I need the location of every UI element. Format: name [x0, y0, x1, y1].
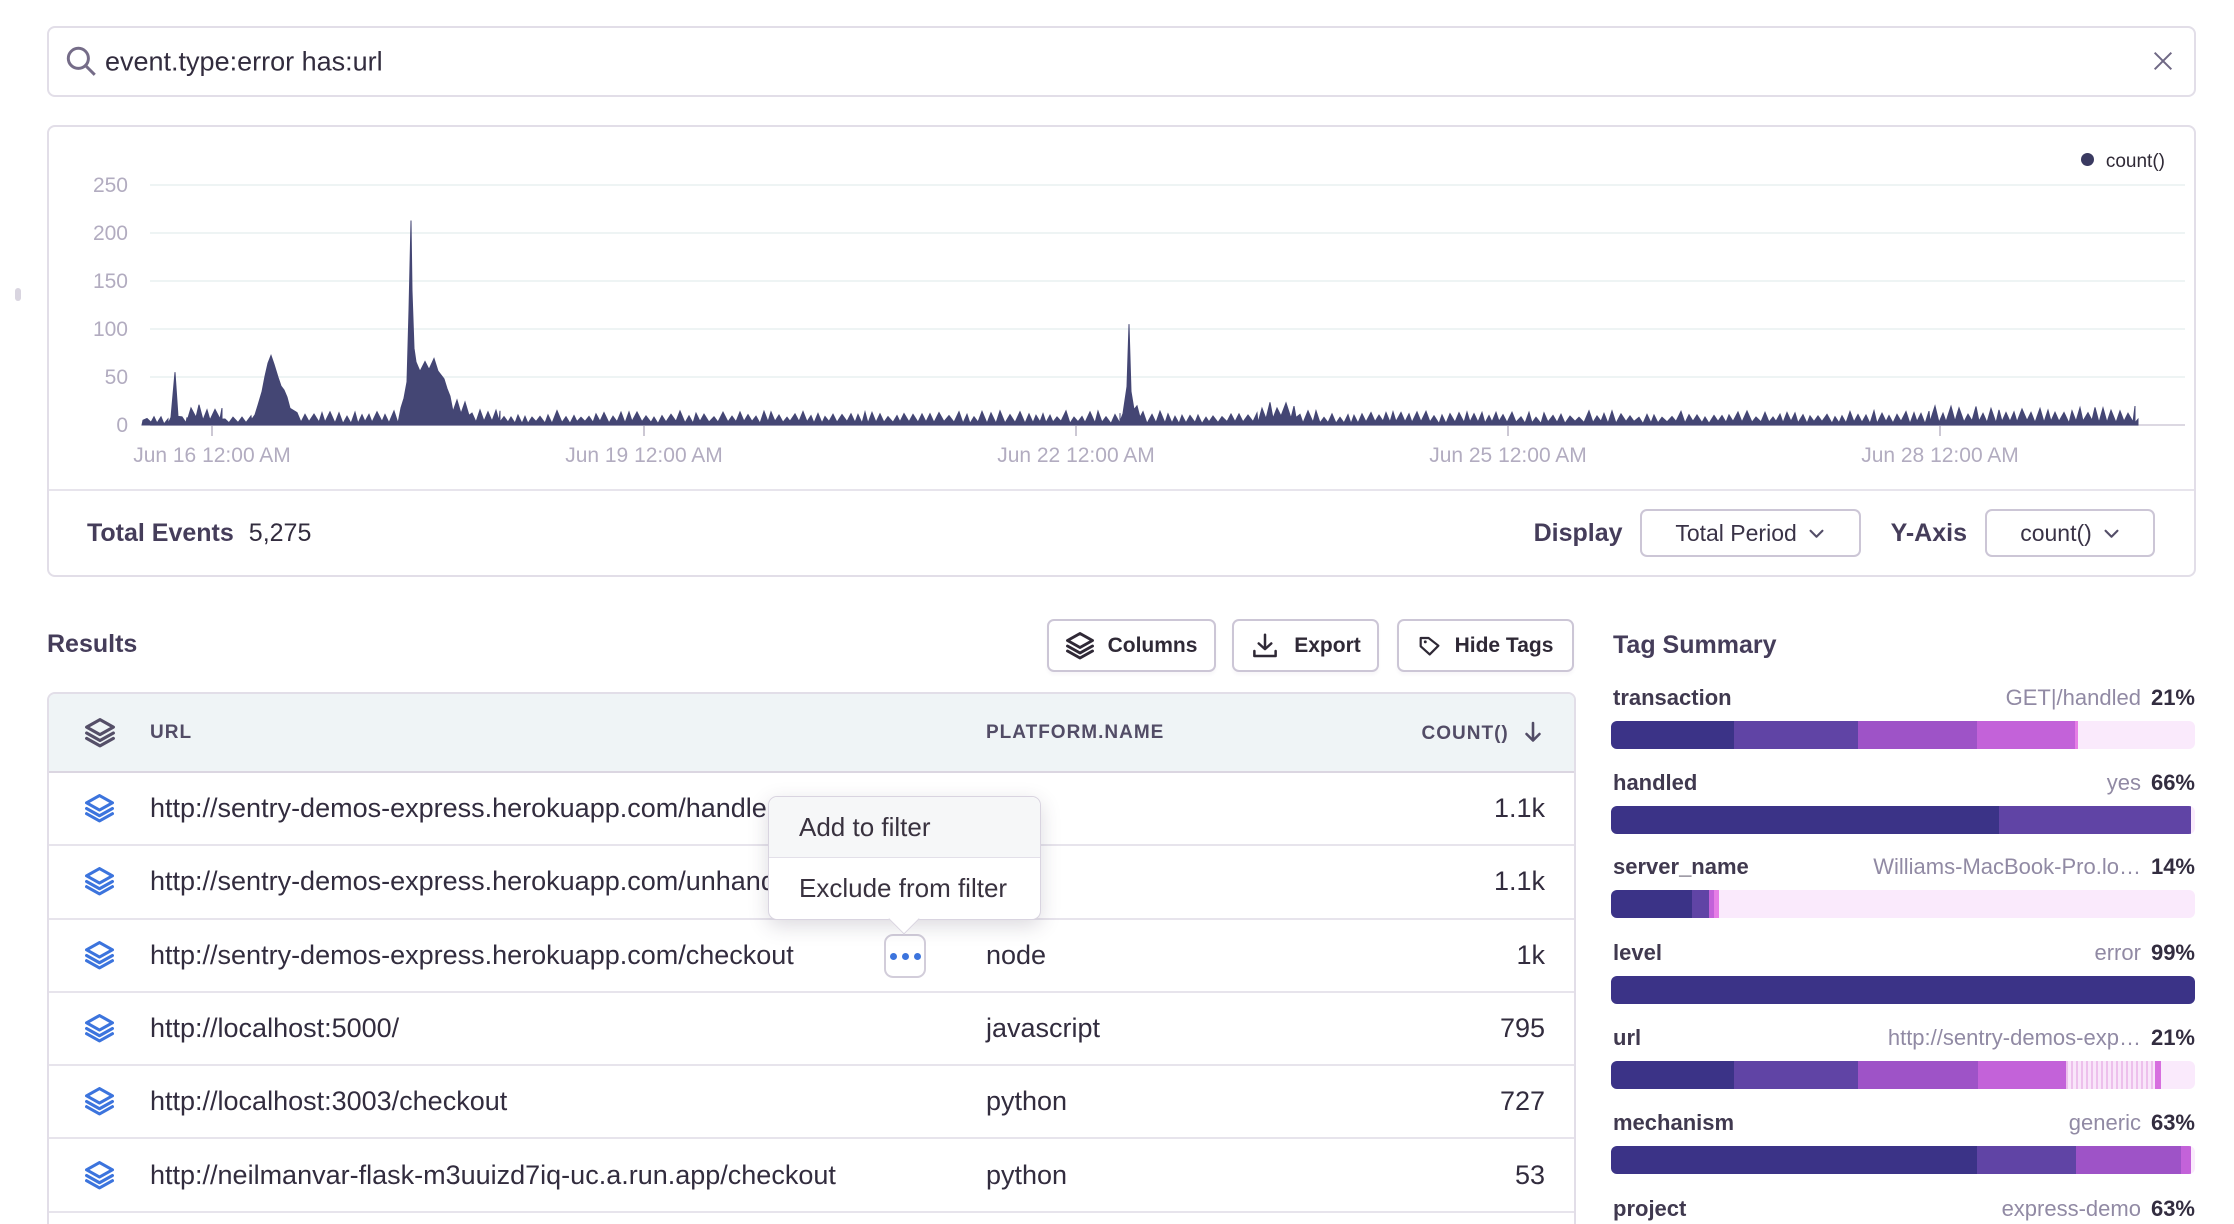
svg-text:Jun 22 12:00 AM: Jun 22 12:00 AM	[997, 444, 1155, 467]
svg-text:0: 0	[116, 414, 128, 437]
svg-text:Jun 25 12:00 AM: Jun 25 12:00 AM	[1429, 444, 1587, 467]
svg-text:150: 150	[93, 270, 128, 293]
svg-text:50: 50	[105, 366, 128, 389]
svg-text:Jun 16 12:00 AM: Jun 16 12:00 AM	[133, 444, 291, 467]
svg-text:Jun 19 12:00 AM: Jun 19 12:00 AM	[565, 444, 723, 467]
svg-text:100: 100	[93, 318, 128, 341]
svg-text:Jun 28 12:00 AM: Jun 28 12:00 AM	[1861, 444, 2019, 467]
svg-text:250: 250	[93, 174, 128, 197]
svg-text:200: 200	[93, 222, 128, 245]
